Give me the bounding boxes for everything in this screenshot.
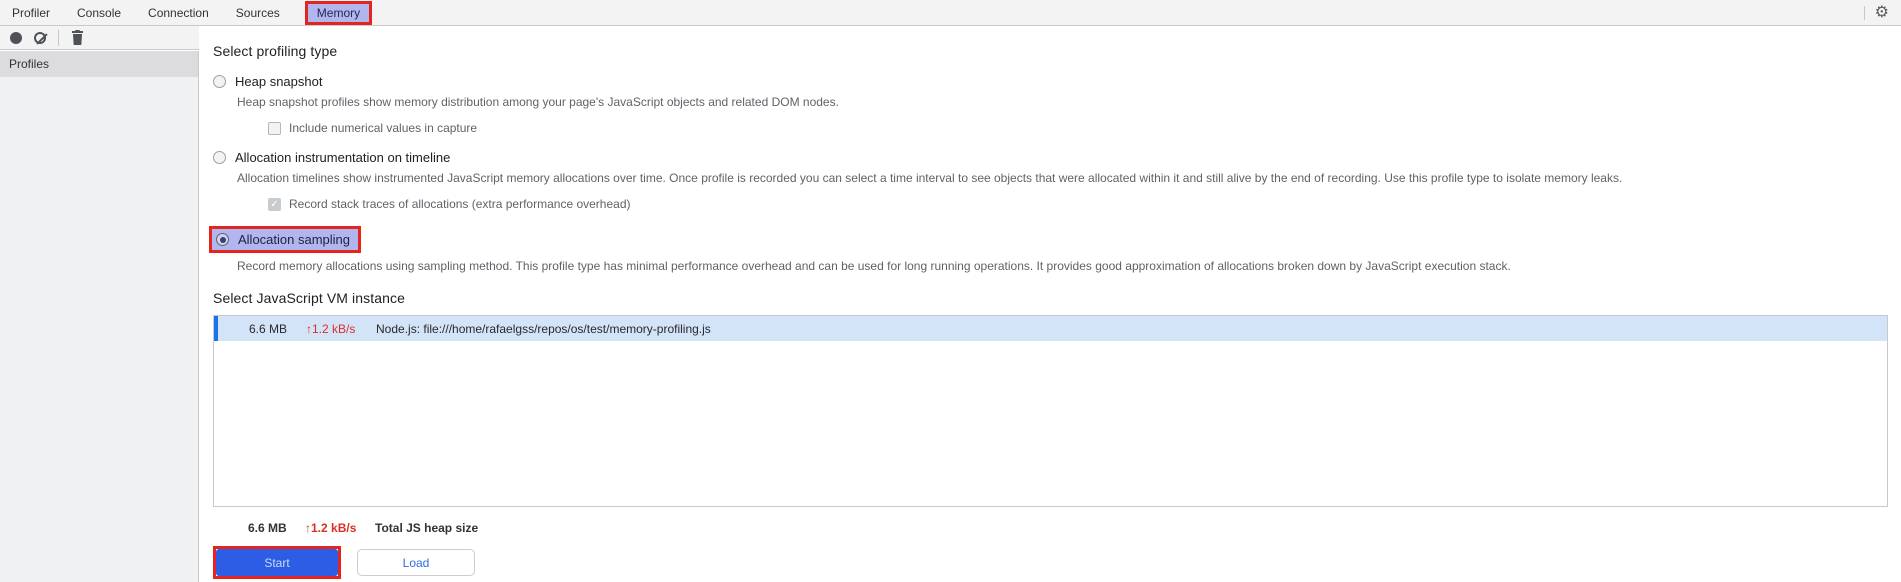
vm-instance-name: Node.js: file:///home/rafaelgss/repos/os… bbox=[376, 321, 711, 336]
tab-memory[interactable]: Memory bbox=[304, 0, 373, 25]
memory-panel: Select profiling type Heap snapshot Heap… bbox=[200, 26, 1901, 582]
settings-gear-icon[interactable]: ⚙ bbox=[1875, 4, 1889, 21]
devtools-window: Profiler Console Connection Sources Memo… bbox=[0, 0, 1901, 582]
tab-connection[interactable]: Connection bbox=[146, 2, 211, 24]
vm-instance-title: Select JavaScript VM instance bbox=[213, 290, 405, 306]
action-buttons: Start Load bbox=[213, 546, 1901, 579]
checkbox-icon[interactable] bbox=[268, 121, 281, 135]
tab-profiler[interactable]: Profiler bbox=[10, 2, 52, 24]
checkbox-label: Record stack traces of allocations (extr… bbox=[289, 197, 631, 211]
total-allocation-rate: ↑1.2 kB/s bbox=[305, 521, 357, 535]
option-allocation-sampling: Allocation sampling Record memory alloca… bbox=[209, 226, 1901, 273]
total-heap-label: Total JS heap size bbox=[375, 521, 479, 535]
checkbox-label: Include numerical values in capture bbox=[289, 121, 478, 135]
profiling-type-title: Select profiling type bbox=[213, 43, 338, 59]
vm-instance-row[interactable]: 6.6 MB ↑1.2 kB/s Node.js: file:///home/r… bbox=[214, 316, 1887, 341]
profiles-sidebar: Profiles bbox=[0, 51, 199, 582]
option-allocation-timeline: Allocation instrumentation on timeline A… bbox=[213, 150, 1901, 211]
toolbar-divider bbox=[58, 29, 59, 46]
total-heap-size: 6.6 MB bbox=[248, 521, 287, 535]
record-icon[interactable] bbox=[10, 31, 22, 44]
toolbar-divider bbox=[1863, 5, 1865, 20]
heap-total-row: 6.6 MB ↑1.2 kB/s Total JS heap size bbox=[213, 521, 1901, 535]
tabbar-right: ⚙ bbox=[1863, 0, 1889, 25]
start-button[interactable]: Start bbox=[216, 549, 338, 576]
checkbox-checked-icon[interactable]: ✓ bbox=[268, 197, 281, 211]
clear-profiles-icon[interactable] bbox=[34, 31, 46, 44]
radio-icon[interactable] bbox=[213, 75, 226, 88]
option-description: Record memory allocations using sampling… bbox=[237, 259, 1511, 273]
heap-size-value: 6.6 MB bbox=[249, 321, 288, 336]
profiles-header: Profiles bbox=[0, 51, 198, 77]
checkbox-record-stack-traces[interactable]: ✓ Record stack traces of allocations (ex… bbox=[268, 197, 1901, 211]
option-label: Allocation instrumentation on timeline bbox=[235, 150, 451, 165]
option-description: Allocation timelines show instrumented J… bbox=[237, 171, 1623, 185]
radio-icon[interactable] bbox=[213, 151, 226, 164]
radio-allocation-timeline[interactable]: Allocation instrumentation on timeline bbox=[213, 150, 1901, 165]
tab-list: Profiler Console Connection Sources Memo… bbox=[10, 0, 373, 25]
radio-allocation-sampling[interactable]: Allocation sampling bbox=[209, 226, 362, 253]
allocation-rate-value: ↑1.2 kB/s bbox=[306, 321, 356, 336]
trash-icon[interactable] bbox=[71, 30, 84, 45]
tab-sources[interactable]: Sources bbox=[234, 2, 282, 24]
profiler-toolbar bbox=[0, 26, 199, 50]
radio-selected-icon[interactable] bbox=[216, 233, 229, 246]
load-button[interactable]: Load bbox=[357, 549, 475, 576]
start-annotation-box: Start bbox=[213, 546, 341, 579]
tab-bar: Profiler Console Connection Sources Memo… bbox=[0, 0, 1901, 26]
option-label: Allocation sampling bbox=[238, 232, 351, 247]
option-description: Heap snapshot profiles show memory distr… bbox=[237, 95, 839, 109]
tab-console[interactable]: Console bbox=[75, 2, 123, 24]
checkbox-include-numerical-values[interactable]: Include numerical values in capture bbox=[268, 121, 1901, 135]
option-label: Heap snapshot bbox=[235, 74, 323, 89]
vm-instance-list: 6.6 MB ↑1.2 kB/s Node.js: file:///home/r… bbox=[213, 315, 1888, 507]
radio-heap-snapshot[interactable]: Heap snapshot bbox=[213, 74, 1901, 89]
option-heap-snapshot: Heap snapshot Heap snapshot profiles sho… bbox=[213, 74, 1901, 135]
